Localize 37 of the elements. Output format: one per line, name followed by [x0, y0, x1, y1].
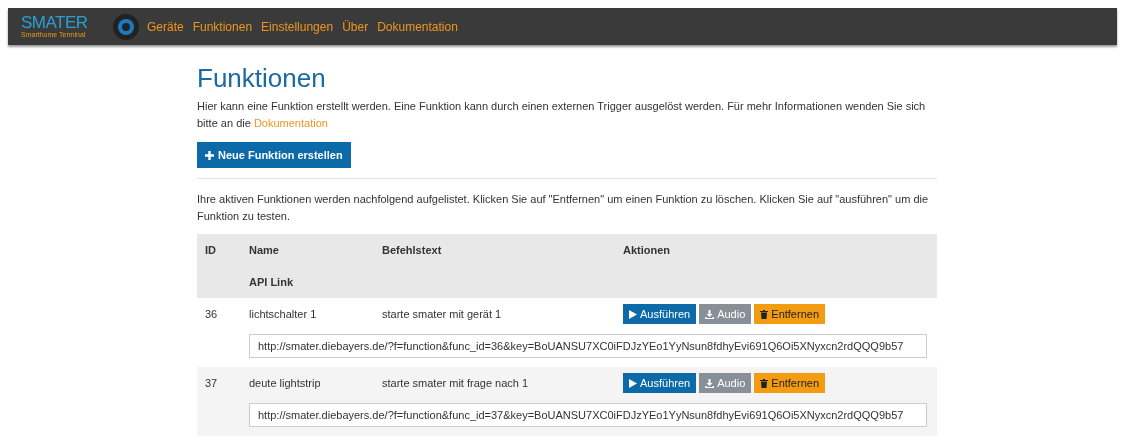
- create-function-button[interactable]: Neue Funktion erstellen: [197, 142, 351, 168]
- api-link-field[interactable]: http://smater.diebayers.de/?f=function&func_id=37&key=BoUANSU7XC0iFDJzYEo1YyNsun8fdhyEvi691Q6Oi5XNyxcn2rdQQQ9b57: [249, 403, 927, 427]
- name-cell-text: lichtschalter 1: [248, 307, 318, 322]
- nav-link[interactable]: Funktionen: [192, 19, 253, 34]
- remove-button[interactable]: Entfernen: [754, 373, 825, 393]
- download-icon: [705, 378, 715, 388]
- id-cell-text: 36: [204, 307, 219, 322]
- list-intro-text: Ihre aktiven Funktionen werden nachfolgend aufgelistet. Klicken Sie auf "Entfernen" um einen Funktion zu löschen. Klicken Sie auf "ausführen" um die Funktion zu testen.: [197, 192, 930, 224]
- intro-text: Hier kann eine Funktion erstellt werden. Eine Funktion kann durch einen externen Trigger ausgelöst werden. Für mehr Informationen wenden Sie sich bitte an die Dokumentation: [197, 99, 927, 131]
- trash-icon: [760, 378, 769, 388]
- circle-logo-icon: [113, 13, 139, 40]
- play-icon: [629, 309, 637, 319]
- column-header: Aktionen: [622, 243, 672, 258]
- play-icon: [629, 378, 637, 388]
- command-cell-text: starte smater mit frage nach 1: [381, 376, 530, 391]
- trash-icon: [760, 309, 769, 319]
- command-cell-text: starte smater mit gerät 1: [381, 307, 503, 322]
- run-button[interactable]: Ausführen: [623, 373, 697, 393]
- nav-link[interactable]: Geräte: [147, 19, 184, 34]
- audio-button[interactable]: Audio: [699, 304, 752, 324]
- logo: SMATER: [21, 14, 89, 31]
- run-button[interactable]: Ausführen: [623, 304, 697, 324]
- column-header: ID: [204, 243, 217, 258]
- remove-button[interactable]: Entfernen: [754, 304, 825, 324]
- column-header: Befehlstext: [381, 243, 443, 258]
- audio-button[interactable]: Audio: [699, 373, 752, 393]
- nav-link[interactable]: Einstellungen: [261, 19, 334, 34]
- nav-link[interactable]: Dokumentation: [377, 19, 458, 34]
- id-cell-text: 37: [204, 376, 219, 391]
- download-icon: [705, 309, 715, 319]
- nav-link[interactable]: Über: [342, 19, 369, 34]
- plus-icon: [205, 150, 214, 160]
- column-header: Name: [248, 243, 280, 258]
- page-title: Funktionen: [197, 63, 327, 94]
- column-header: API Link: [248, 275, 294, 290]
- name-cell-text: deute lightstrip: [248, 376, 322, 391]
- api-link-field[interactable]: http://smater.diebayers.de/?f=function&func_id=36&key=BoUANSU7XC0iFDJzYEo1YyNsun8fdhyEvi691Q6Oi5XNyxcn2rdQQQ9b57: [249, 334, 927, 358]
